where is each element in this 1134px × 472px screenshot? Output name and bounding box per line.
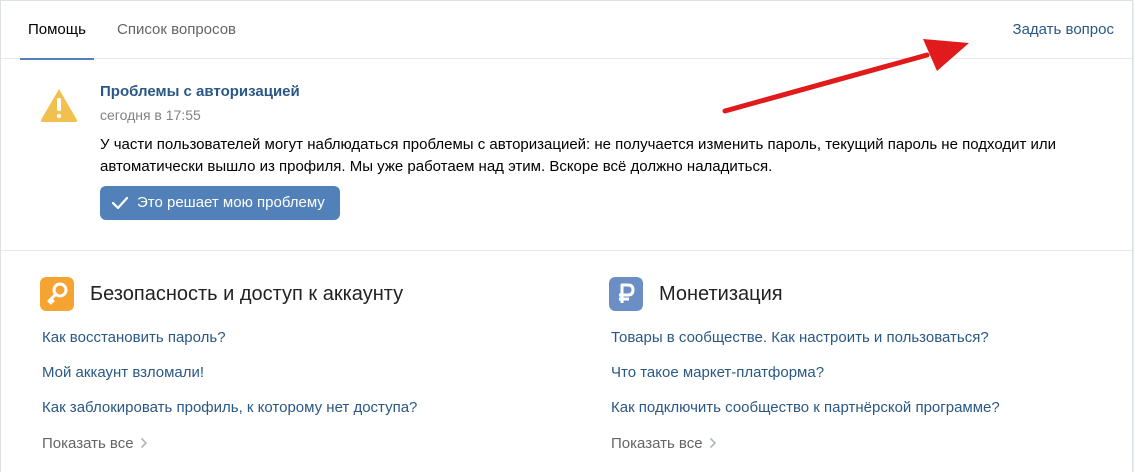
solves-my-problem-label: Это решает мою проблему	[137, 194, 325, 211]
section-title: Монетизация	[659, 283, 783, 305]
solves-my-problem-button[interactable]: Это решает мою проблему	[100, 186, 340, 220]
tab-help[interactable]: Помощь	[20, 1, 94, 60]
notice-text: У части пользователей могут наблюдаться …	[100, 136, 1057, 175]
question-link[interactable]: Как подключить сообщество к партнёрской …	[611, 399, 1000, 416]
show-all-label: Показать все	[611, 435, 703, 452]
question-link[interactable]: Что такое маркет-платформа?	[611, 364, 824, 381]
question-link[interactable]: Товары в сообществе. Как настроить и пол…	[611, 329, 989, 346]
ask-question-link[interactable]: Задать вопрос	[1013, 1, 1114, 59]
key-icon	[40, 277, 74, 311]
notice-title[interactable]: Проблемы с авторизацией	[100, 83, 300, 100]
show-all-link[interactable]: Показать все	[611, 435, 717, 452]
chevron-right-icon	[140, 437, 147, 449]
section-title: Безопасность и доступ к аккаунту	[90, 283, 404, 305]
question-link[interactable]: Мой аккаунт взломали!	[42, 364, 204, 381]
tab-bar: Помощь Список вопросов Задать вопрос	[1, 1, 1132, 60]
question-link[interactable]: Как восстановить пароль?	[42, 329, 226, 346]
auth-problem-notice: Проблемы с авторизацией сегодня в 17:55 …	[1, 59, 1132, 251]
chevron-right-icon	[709, 437, 716, 449]
show-all-link[interactable]: Показать все	[42, 435, 148, 452]
show-all-label: Показать все	[42, 435, 134, 452]
ruble-icon	[609, 277, 643, 311]
question-link[interactable]: Как заблокировать профиль, к которому не…	[42, 399, 417, 416]
notice-timestamp: сегодня в 17:55	[100, 107, 201, 123]
tab-questions-list[interactable]: Список вопросов	[117, 1, 236, 59]
checkmark-icon	[111, 196, 129, 210]
help-card: Помощь Список вопросов Задать вопрос Про…	[0, 0, 1133, 472]
warning-icon	[40, 89, 78, 122]
